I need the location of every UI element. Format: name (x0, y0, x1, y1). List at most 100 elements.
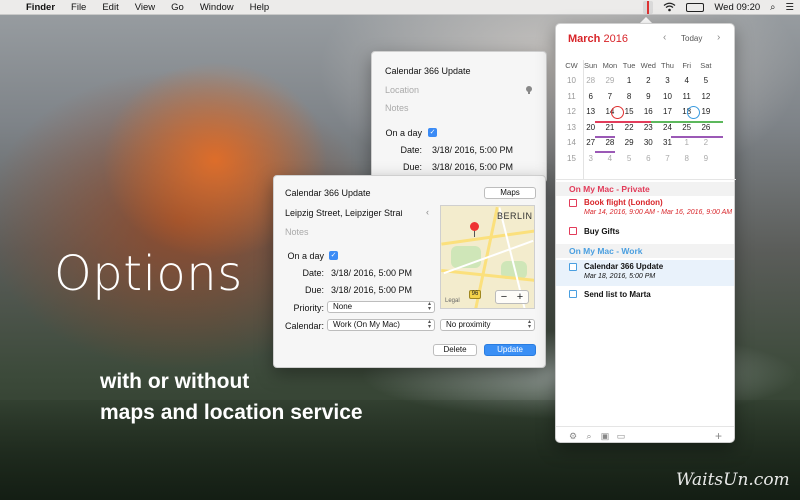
day-cell[interactable]: 9 (696, 154, 715, 163)
due-value[interactable]: 3/18/ 2016, 5:00 PM (432, 162, 513, 172)
map-city-label: BERLIN (497, 211, 533, 221)
task-checkbox[interactable] (569, 199, 577, 207)
menu-help[interactable]: Help (242, 2, 278, 13)
day-cell[interactable]: 10 (658, 92, 677, 101)
day-cell[interactable]: 8 (677, 154, 696, 163)
search-icon[interactable]: ⌕ (584, 431, 594, 441)
day-cell[interactable]: 31 (658, 138, 677, 147)
menu-window[interactable]: Window (192, 2, 242, 13)
day-cell[interactable]: 7 (658, 154, 677, 163)
map-pin-icon[interactable] (470, 222, 479, 231)
next-month-button[interactable]: › (717, 32, 720, 43)
weekday-header: Tue (622, 61, 636, 70)
day-cell[interactable]: 20 (581, 123, 600, 132)
day-cell[interactable]: 17 (658, 107, 677, 116)
location-arrow-icon[interactable]: ‹ (426, 207, 429, 217)
day-cell[interactable]: 13 (581, 107, 600, 116)
maps-button[interactable]: Maps (484, 187, 536, 199)
menu-go[interactable]: Go (163, 2, 192, 13)
calendar-select[interactable]: Work (On My Mac) ▴ ▾ (327, 319, 435, 331)
day-cell[interactable]: 5 (696, 76, 715, 85)
update-button[interactable]: Update (484, 344, 536, 356)
location-pin-icon[interactable] (526, 86, 532, 94)
day-cell[interactable]: 24 (658, 123, 677, 132)
notification-center-icon[interactable]: ☰ (785, 2, 794, 13)
menu-file[interactable]: File (63, 2, 94, 13)
task-item[interactable]: Buy Gifts (556, 226, 734, 240)
day-cell[interactable]: 25 (677, 123, 696, 132)
day-cell[interactable]: 29 (600, 76, 619, 85)
day-cell[interactable]: 7 (600, 92, 619, 101)
day-cell[interactable]: 16 (639, 107, 658, 116)
map-view[interactable]: BERLIN Legal 96 − + (440, 205, 535, 309)
day-cell[interactable]: 2 (639, 76, 658, 85)
day-cell[interactable]: 4 (600, 154, 619, 163)
map-legal-link[interactable]: Legal (445, 298, 460, 304)
on-a-day-checkbox[interactable]: ✓ (428, 128, 437, 137)
gear-icon[interactable]: ⚙ (568, 431, 578, 441)
task-item[interactable]: Book flight (London) Mar 14, 2016, 9:00 … (556, 198, 734, 224)
day-cell[interactable]: 3 (581, 154, 600, 163)
list-header-work[interactable]: On My Mac - Work (556, 244, 734, 258)
task-checkbox[interactable] (569, 263, 577, 271)
day-cell[interactable]: 11 (677, 92, 696, 101)
add-icon[interactable]: + (715, 429, 722, 443)
day-cell[interactable]: 27 (581, 138, 600, 147)
event-title[interactable]: Calendar 366 Update (385, 66, 471, 76)
zoom-out-button[interactable]: − (496, 291, 512, 303)
task-checkbox[interactable] (569, 290, 577, 298)
day-cell[interactable]: 30 (639, 138, 658, 147)
day-cell[interactable]: 3 (658, 76, 677, 85)
notes-field[interactable]: Notes (285, 227, 309, 237)
day-cell[interactable]: 6 (581, 92, 600, 101)
event-title[interactable]: Calendar 366 Update (285, 188, 371, 198)
day-cell[interactable]: 12 (696, 92, 715, 101)
day-cell[interactable]: 28 (600, 138, 619, 147)
wifi-icon[interactable] (663, 2, 676, 14)
task-item[interactable]: Send list to Marta (556, 289, 734, 303)
menu-finder[interactable]: Finder (22, 2, 63, 13)
day-cell[interactable]: 1 (620, 76, 639, 85)
day-cell[interactable]: 29 (620, 138, 639, 147)
weekday-header: Sun (584, 61, 598, 70)
location-field[interactable]: Location (385, 85, 419, 95)
task-date: Mar 18, 2016, 5:00 PM (584, 273, 656, 280)
menu-edit[interactable]: Edit (94, 2, 126, 13)
location-field[interactable]: Leipzig Street, Leipziger Straße (285, 208, 402, 218)
day-cell[interactable]: 9 (639, 92, 658, 101)
battery-icon[interactable] (686, 3, 705, 12)
menu-view[interactable]: View (127, 2, 163, 13)
day-cell[interactable]: 22 (620, 123, 639, 132)
due-value[interactable]: 3/18/ 2016, 5:00 PM (331, 285, 412, 295)
day-cell[interactable]: 28 (581, 76, 600, 85)
prev-month-button[interactable]: ‹ (663, 32, 666, 43)
zoom-in-button[interactable]: + (512, 291, 528, 303)
proximity-select[interactable]: No proximity ▴ ▾ (440, 319, 535, 331)
date-value[interactable]: 3/18/ 2016, 5:00 PM (331, 268, 412, 278)
calendar-icon[interactable]: ▭ (616, 431, 626, 441)
notes-field[interactable]: Notes (385, 103, 409, 113)
day-cell[interactable]: 2 (696, 138, 715, 147)
day-cell[interactable]: 23 (639, 123, 658, 132)
clock[interactable]: Wed 09:20 (714, 2, 760, 13)
priority-select[interactable]: None ▴ ▾ (327, 301, 435, 313)
day-cell[interactable]: 26 (696, 123, 715, 132)
task-checkbox[interactable] (569, 227, 577, 235)
day-cell[interactable]: 1 (677, 138, 696, 147)
today-button[interactable]: Today (681, 34, 702, 43)
date-value[interactable]: 3/18/ 2016, 5:00 PM (432, 145, 513, 155)
day-cell[interactable]: 6 (639, 154, 658, 163)
status-menus: Wed 09:20 ⌕ ☰ (643, 0, 794, 15)
task-date: Mar 14, 2016, 9:00 AM - Mar 16, 2016, 9:… (584, 209, 733, 216)
task-item-selected[interactable]: Calendar 366 Update Mar 18, 2016, 5:00 P… (556, 260, 734, 286)
day-cell[interactable]: 8 (620, 92, 639, 101)
day-cell[interactable]: 21 (600, 123, 619, 132)
day-cell[interactable]: 5 (620, 154, 639, 163)
spotlight-search-icon[interactable]: ⌕ (770, 2, 775, 13)
delete-button[interactable]: Delete (433, 344, 477, 356)
image-icon[interactable]: ▣ (600, 431, 610, 441)
calendar366-status-icon[interactable] (643, 1, 654, 14)
list-header-private[interactable]: On My Mac - Private (556, 182, 734, 196)
day-cell[interactable]: 4 (677, 76, 696, 85)
on-a-day-checkbox[interactable]: ✓ (329, 251, 338, 260)
